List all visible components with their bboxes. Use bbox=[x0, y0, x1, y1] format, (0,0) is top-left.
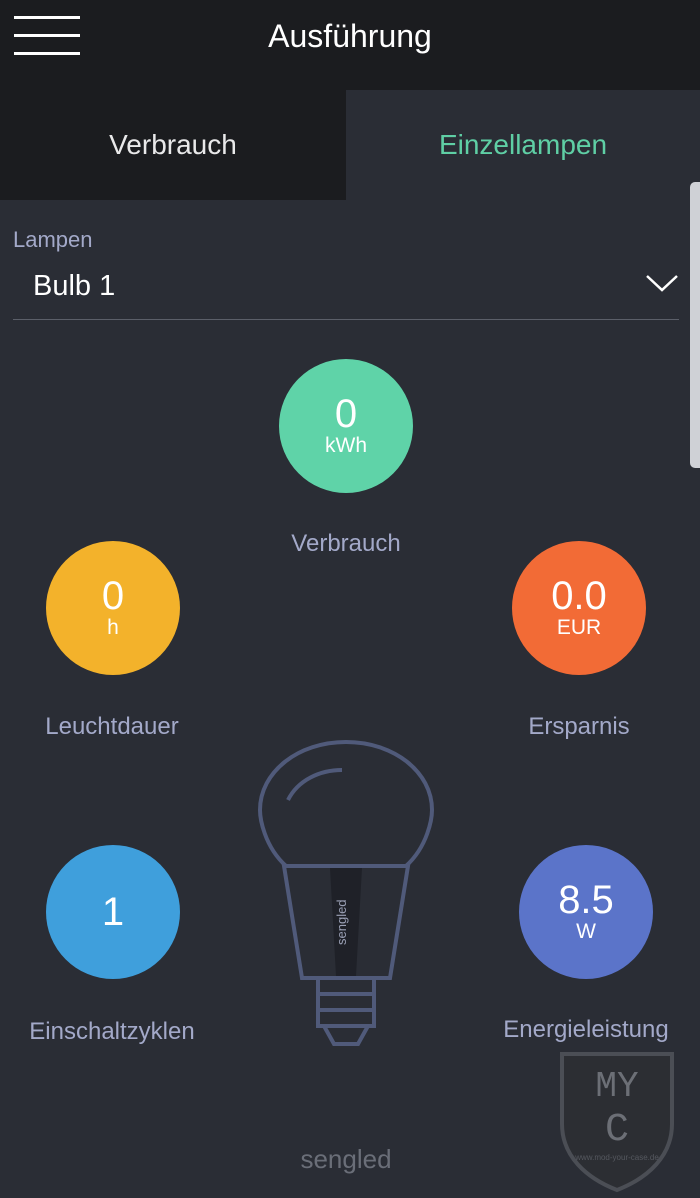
power-value: 8.5 bbox=[558, 878, 614, 922]
duration-label: Leuchtdauer bbox=[45, 713, 179, 740]
page-title: Ausführung bbox=[268, 18, 432, 54]
savings-label: Ersparnis bbox=[528, 713, 630, 740]
power-label: Energieleistung bbox=[503, 1016, 669, 1043]
savings-circle: 0.0 EUR bbox=[512, 541, 646, 675]
consumption-circle: 0 kWh bbox=[279, 359, 413, 493]
lamp-dropdown-value: Bulb 1 bbox=[33, 270, 116, 302]
duration-value: 0 bbox=[101, 574, 125, 618]
savings-unit: EUR bbox=[556, 616, 602, 639]
scrollbar[interactable] bbox=[690, 182, 700, 468]
sengled-logo: sengled bbox=[300, 1144, 391, 1174]
myc-watermark-logo: MY C www.mod-your-case.de bbox=[560, 1052, 674, 1193]
svg-text:www.mod-your-case.de: www.mod-your-case.de bbox=[574, 1153, 659, 1162]
duration-circle: 0 h bbox=[46, 541, 180, 675]
lamp-selector-label: Lampen bbox=[13, 227, 93, 252]
chevron-down-icon bbox=[646, 275, 678, 292]
cycles-circle: 1 bbox=[46, 845, 180, 979]
lamp-dropdown[interactable]: Bulb 1 bbox=[13, 258, 679, 320]
svg-text:MY: MY bbox=[595, 1066, 638, 1107]
consumption-unit: kWh bbox=[325, 434, 367, 457]
app-header: Ausführung bbox=[0, 0, 700, 90]
tab-verbrauch[interactable]: Verbrauch bbox=[0, 90, 346, 200]
power-unit: W bbox=[576, 920, 596, 943]
cycles-label: Einschaltzyklen bbox=[29, 1018, 195, 1045]
power-circle: 8.5 W bbox=[519, 845, 653, 979]
bulb-brand-text: sengled bbox=[334, 899, 349, 945]
consumption-label: Verbrauch bbox=[291, 530, 401, 557]
cycles-value: 1 bbox=[101, 890, 125, 934]
svg-text:sengled: sengled bbox=[300, 1144, 391, 1174]
consumption-value: 0 bbox=[334, 392, 358, 436]
svg-text:C: C bbox=[605, 1108, 629, 1153]
tab-einzellampen[interactable]: Einzellampen bbox=[346, 90, 700, 200]
savings-value: 0.0 bbox=[551, 574, 607, 618]
duration-unit: h bbox=[107, 616, 119, 639]
bulb-illustration-icon: sengled bbox=[258, 740, 434, 1046]
tab-bar: Verbrauch Einzellampen bbox=[0, 90, 700, 200]
